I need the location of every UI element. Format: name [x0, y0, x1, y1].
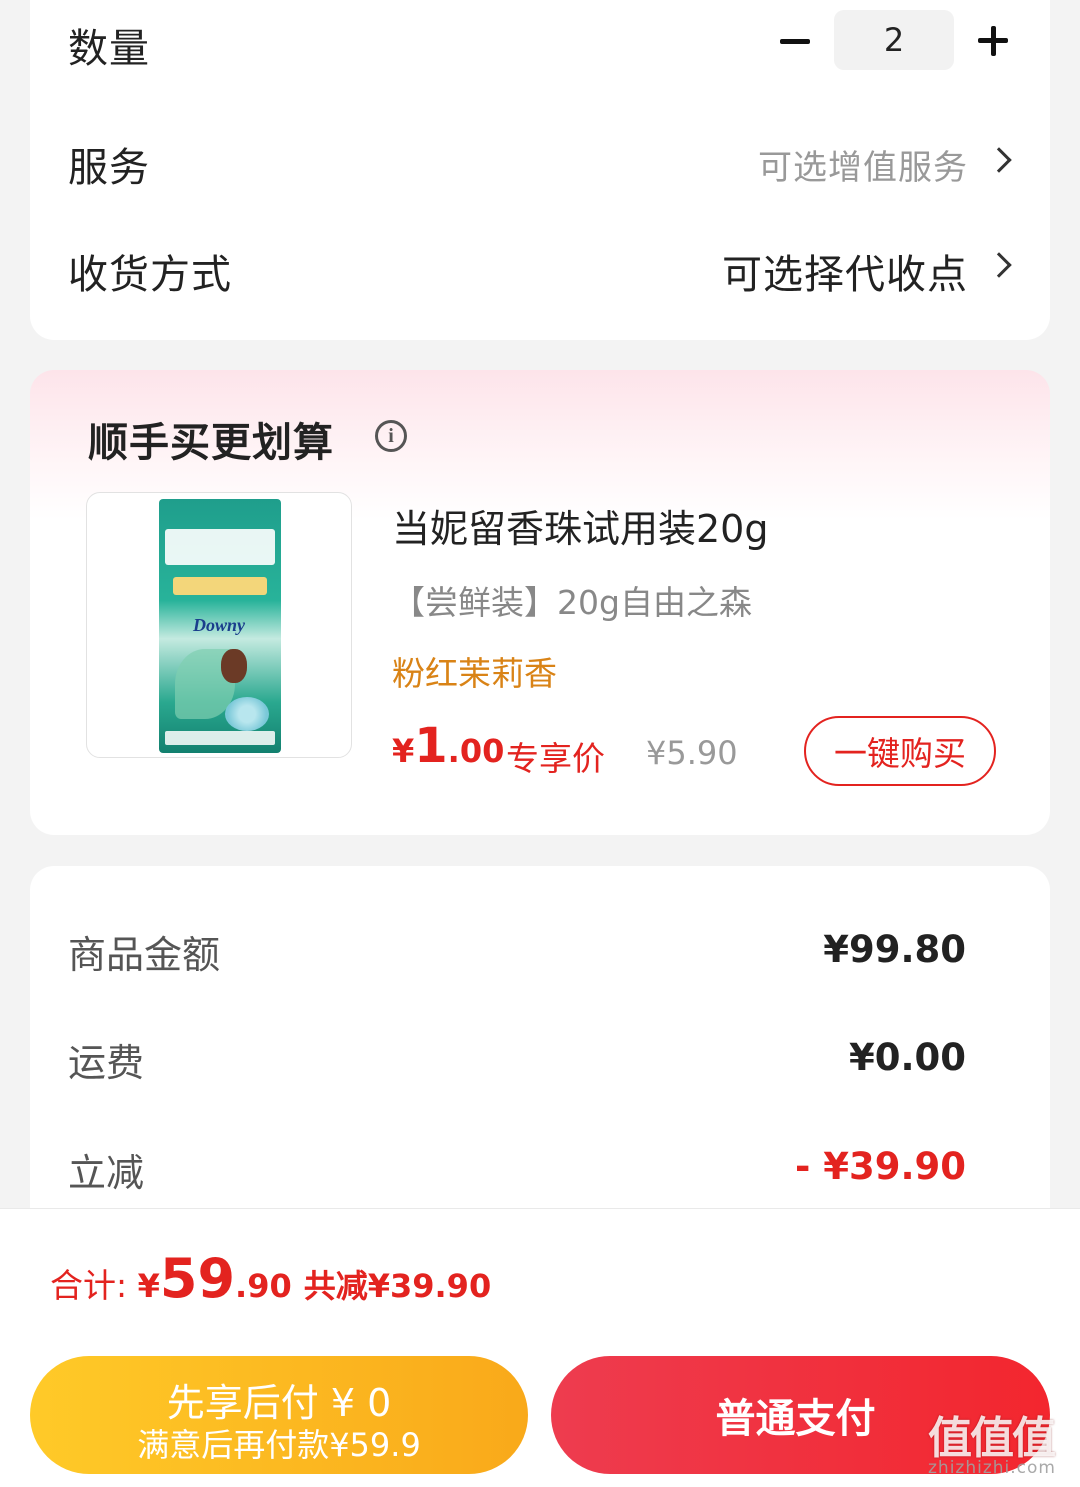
total-summary: 合计: ¥59.90 共减¥39.90 — [50, 1247, 491, 1310]
watermark-logo: 值值值 — [928, 1413, 1056, 1464]
pay-later-title: 先享后付 ¥ 0 — [166, 1381, 392, 1425]
total-label: 合计: — [50, 1266, 138, 1305]
delivery-value[interactable]: 可选择代收点 — [722, 242, 968, 300]
product-brand-logo: Downy — [193, 615, 246, 635]
discount-value: - ¥39.90 — [794, 1145, 966, 1188]
minus-icon — [780, 38, 810, 44]
shipping-value: ¥0.00 — [848, 1036, 966, 1079]
goods-amount-value: ¥99.80 — [823, 928, 966, 971]
payment-bar: 先享后付 ¥ 0 满意后再付款¥59.9 普通支付 — [0, 1342, 1080, 1487]
watermark-url: zhizhizhi.com — [928, 1458, 1056, 1478]
amount-summary-card: 商品金额 ¥99.80 运费 ¥0.00 立减 - ¥39.90 — [30, 866, 1050, 1266]
product-package-graphic: Downy — [159, 499, 281, 753]
upsell-card: 顺手买更划算 i Downy 当妮留香珠试用装20g 【尝鲜装】20g自由之森 … — [30, 370, 1050, 835]
service-value[interactable]: 可选增值服务 — [758, 140, 968, 189]
service-label: 服务 — [68, 145, 150, 191]
price-decimal: .00 — [447, 732, 505, 770]
quantity-input[interactable]: 2 — [834, 10, 954, 70]
checkout-page: 数量 2 服务 可选增值服务 收货方式 可选择代收点 顺手买更划算 i Down… — [0, 0, 1080, 1487]
quantity-increase-button[interactable] — [973, 18, 1013, 64]
pay-later-button[interactable]: 先享后付 ¥ 0 满意后再付款¥59.9 — [30, 1356, 528, 1474]
one-click-buy-button[interactable]: 一键购买 — [804, 716, 996, 786]
quantity-decrease-button[interactable] — [775, 18, 815, 64]
upsell-title: 顺手买更划算 — [88, 420, 334, 466]
goods-amount-label: 商品金额 — [68, 933, 221, 977]
quantity-label: 数量 — [68, 26, 150, 72]
chevron-right-icon[interactable] — [986, 147, 1012, 173]
price-integer: 1 — [414, 718, 448, 774]
product-title[interactable]: 当妮留香珠试用装20g — [392, 498, 768, 553]
total-saved: 共减¥39.90 — [303, 1267, 492, 1305]
total-integer: 59 — [159, 1247, 236, 1310]
exclusive-price-tag: 专享价 — [506, 739, 605, 778]
order-options-card: 数量 2 服务 可选增值服务 收货方式 可选择代收点 — [30, 0, 1050, 340]
total-symbol: ¥ — [137, 1267, 160, 1305]
pay-later-subtitle: 满意后再付款¥59.9 — [137, 1426, 421, 1464]
product-image[interactable]: Downy — [86, 492, 352, 758]
chevron-right-icon[interactable] — [986, 252, 1012, 278]
info-icon[interactable]: i — [375, 420, 407, 452]
delivery-label: 收货方式 — [68, 252, 232, 298]
original-price: ¥5.90 — [646, 734, 738, 772]
discount-label: 立减 — [68, 1151, 145, 1195]
shipping-label: 运费 — [68, 1041, 145, 1085]
price-symbol: ¥ — [392, 732, 415, 770]
product-spec: 【尝鲜装】20g自由之森 — [392, 583, 752, 622]
total-decimal: .90 — [235, 1267, 292, 1305]
product-scent: 粉红茉莉香 — [392, 654, 557, 693]
total-bar: 合计: ¥59.90 共减¥39.90 — [0, 1208, 1080, 1342]
product-price: ¥1.00 — [392, 718, 504, 774]
